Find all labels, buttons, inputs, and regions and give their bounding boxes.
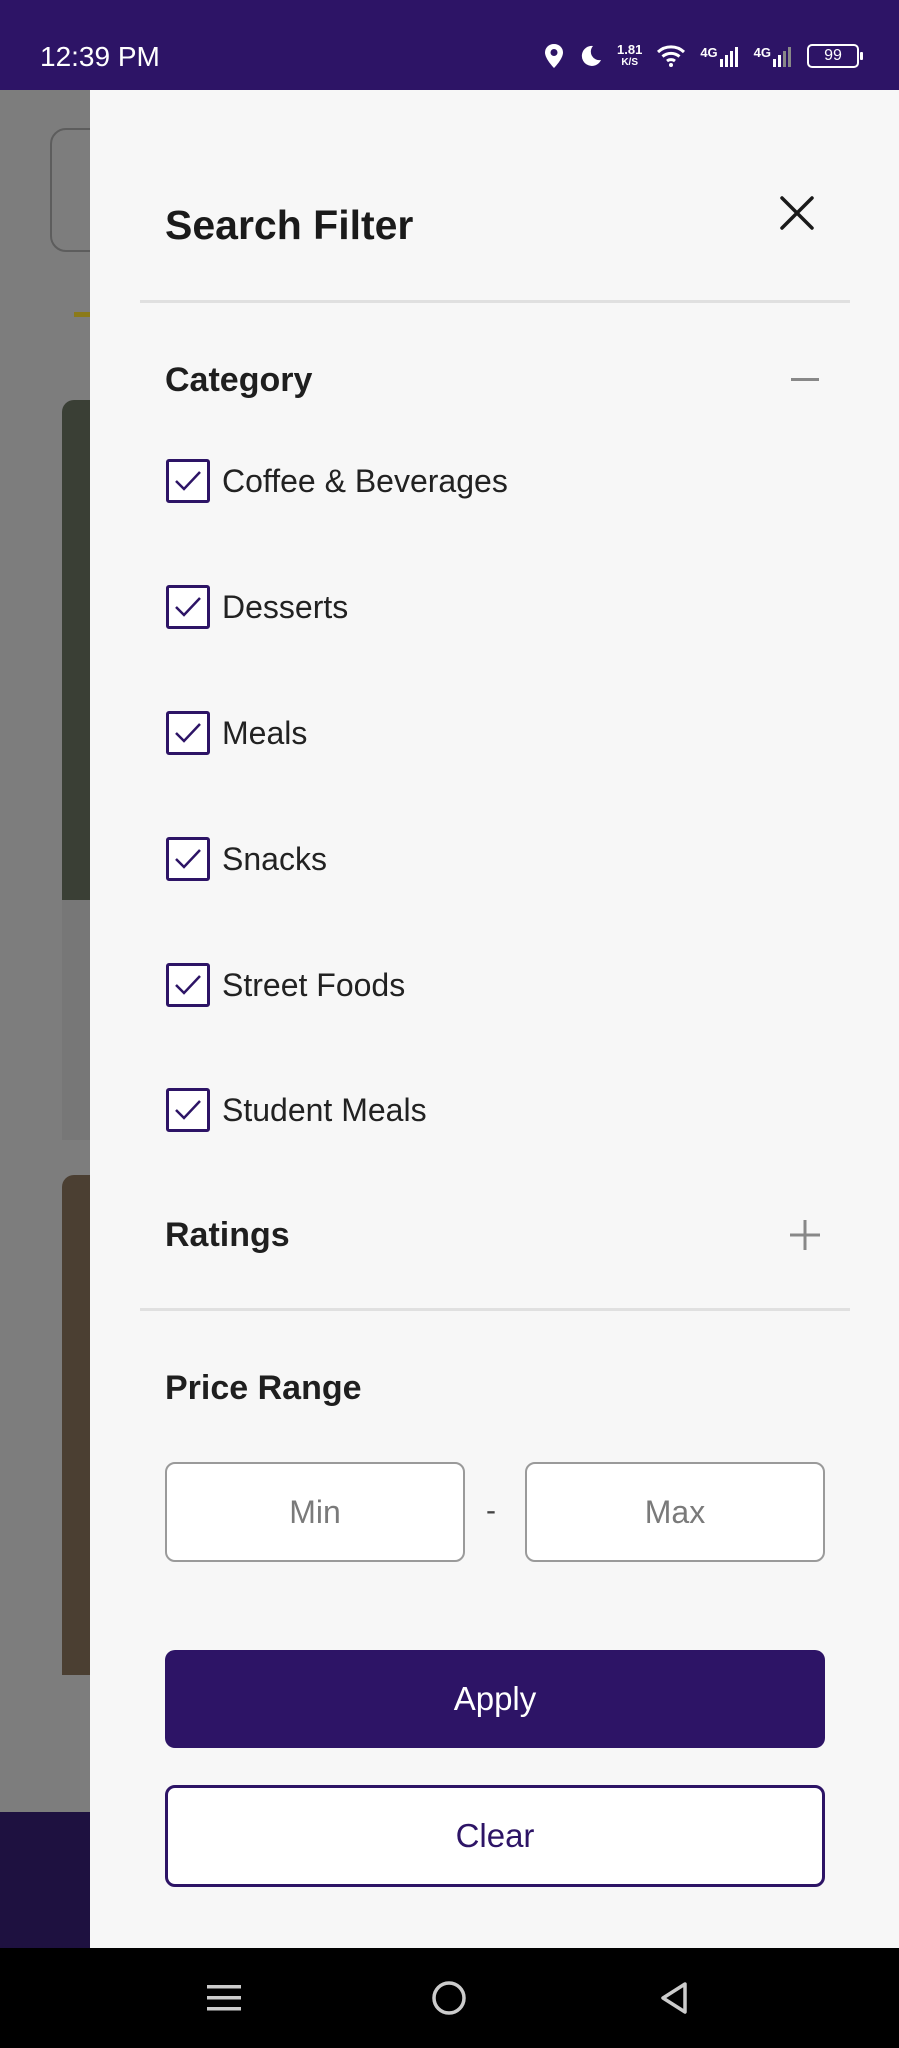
system-navigation-bar (0, 1948, 899, 2048)
signal-icon: 4G (700, 45, 739, 67)
category-option-label: Coffee & Beverages (222, 462, 508, 499)
checkbox-checked[interactable] (166, 711, 210, 755)
checkbox-checked[interactable] (166, 837, 210, 881)
checkbox-checked[interactable] (166, 1088, 210, 1132)
apply-button[interactable]: Apply (165, 1650, 825, 1748)
category-option-desserts[interactable]: Desserts (166, 582, 348, 632)
category-option-label: Meals (222, 714, 308, 751)
checkmark-icon (175, 1100, 201, 1120)
category-option-label: Street Foods (222, 966, 406, 1003)
ratings-section-header[interactable]: Ratings (165, 1210, 825, 1260)
status-bar: 12:39 PM 1.81 K/S 4G 4G 99 (0, 0, 899, 90)
battery-icon: 99 (807, 44, 863, 68)
checkbox-checked[interactable] (166, 459, 210, 503)
checkmark-icon (175, 597, 201, 617)
category-option-student-meals[interactable]: Student Meals (166, 1085, 427, 1135)
status-icons: 1.81 K/S 4G 4G 99 (543, 38, 863, 74)
category-option-label: Desserts (222, 588, 349, 625)
category-option-meals[interactable]: Meals (166, 708, 307, 758)
net-speed: 1.81 K/S (617, 43, 642, 69)
checkmark-icon (175, 471, 201, 491)
status-time: 12:39 PM (40, 41, 160, 72)
network-type: 4G (753, 45, 771, 60)
wifi-icon (656, 44, 686, 68)
min-price-input[interactable] (165, 1462, 465, 1562)
category-option-label: Student Meals (222, 1091, 427, 1128)
category-option-label: Snacks (222, 840, 327, 877)
net-speed-value: 1.81 (617, 42, 643, 57)
checkbox-checked[interactable] (166, 585, 210, 629)
divider (140, 300, 850, 303)
checkmark-icon (175, 723, 201, 743)
collapse-icon[interactable] (785, 360, 825, 400)
clear-button[interactable]: Clear (165, 1785, 825, 1887)
expand-icon[interactable] (785, 1215, 825, 1255)
signal-icon: 4G (754, 45, 793, 67)
home-button[interactable] (421, 1970, 477, 2026)
checkmark-icon (175, 975, 201, 995)
location-icon (543, 43, 565, 69)
recents-button[interactable] (196, 1970, 252, 2026)
close-button[interactable] (772, 188, 822, 238)
category-option-street-foods[interactable]: Street Foods (166, 960, 405, 1010)
back-triangle-icon (661, 1982, 687, 2014)
category-label: Category (165, 360, 313, 399)
close-icon (780, 196, 814, 230)
menu-icon (207, 1985, 241, 2011)
home-circle-icon (432, 1981, 466, 2015)
battery-level: 99 (824, 47, 842, 64)
checkbox-checked[interactable] (166, 963, 210, 1007)
category-section-header[interactable]: Category (165, 355, 825, 405)
back-button[interactable] (646, 1970, 702, 2026)
moon-icon (579, 44, 603, 68)
ratings-label: Ratings (165, 1215, 290, 1254)
network-type: 4G (700, 45, 718, 60)
price-range-label: Price Range (165, 1368, 362, 1407)
drawer-title: Search Filter (165, 202, 414, 248)
checkmark-icon (175, 849, 201, 869)
divider (140, 1308, 850, 1311)
net-speed-unit: K/S (621, 57, 638, 68)
category-option-coffee-beverages[interactable]: Coffee & Beverages (166, 456, 508, 506)
search-filter-drawer: Search Filter Category Coffee & Beverage… (90, 90, 899, 1948)
price-range-section-header: Price Range (165, 1363, 825, 1413)
max-price-input[interactable] (525, 1462, 825, 1562)
category-option-snacks[interactable]: Snacks (166, 834, 327, 884)
price-range-separator: - (486, 1494, 496, 1527)
